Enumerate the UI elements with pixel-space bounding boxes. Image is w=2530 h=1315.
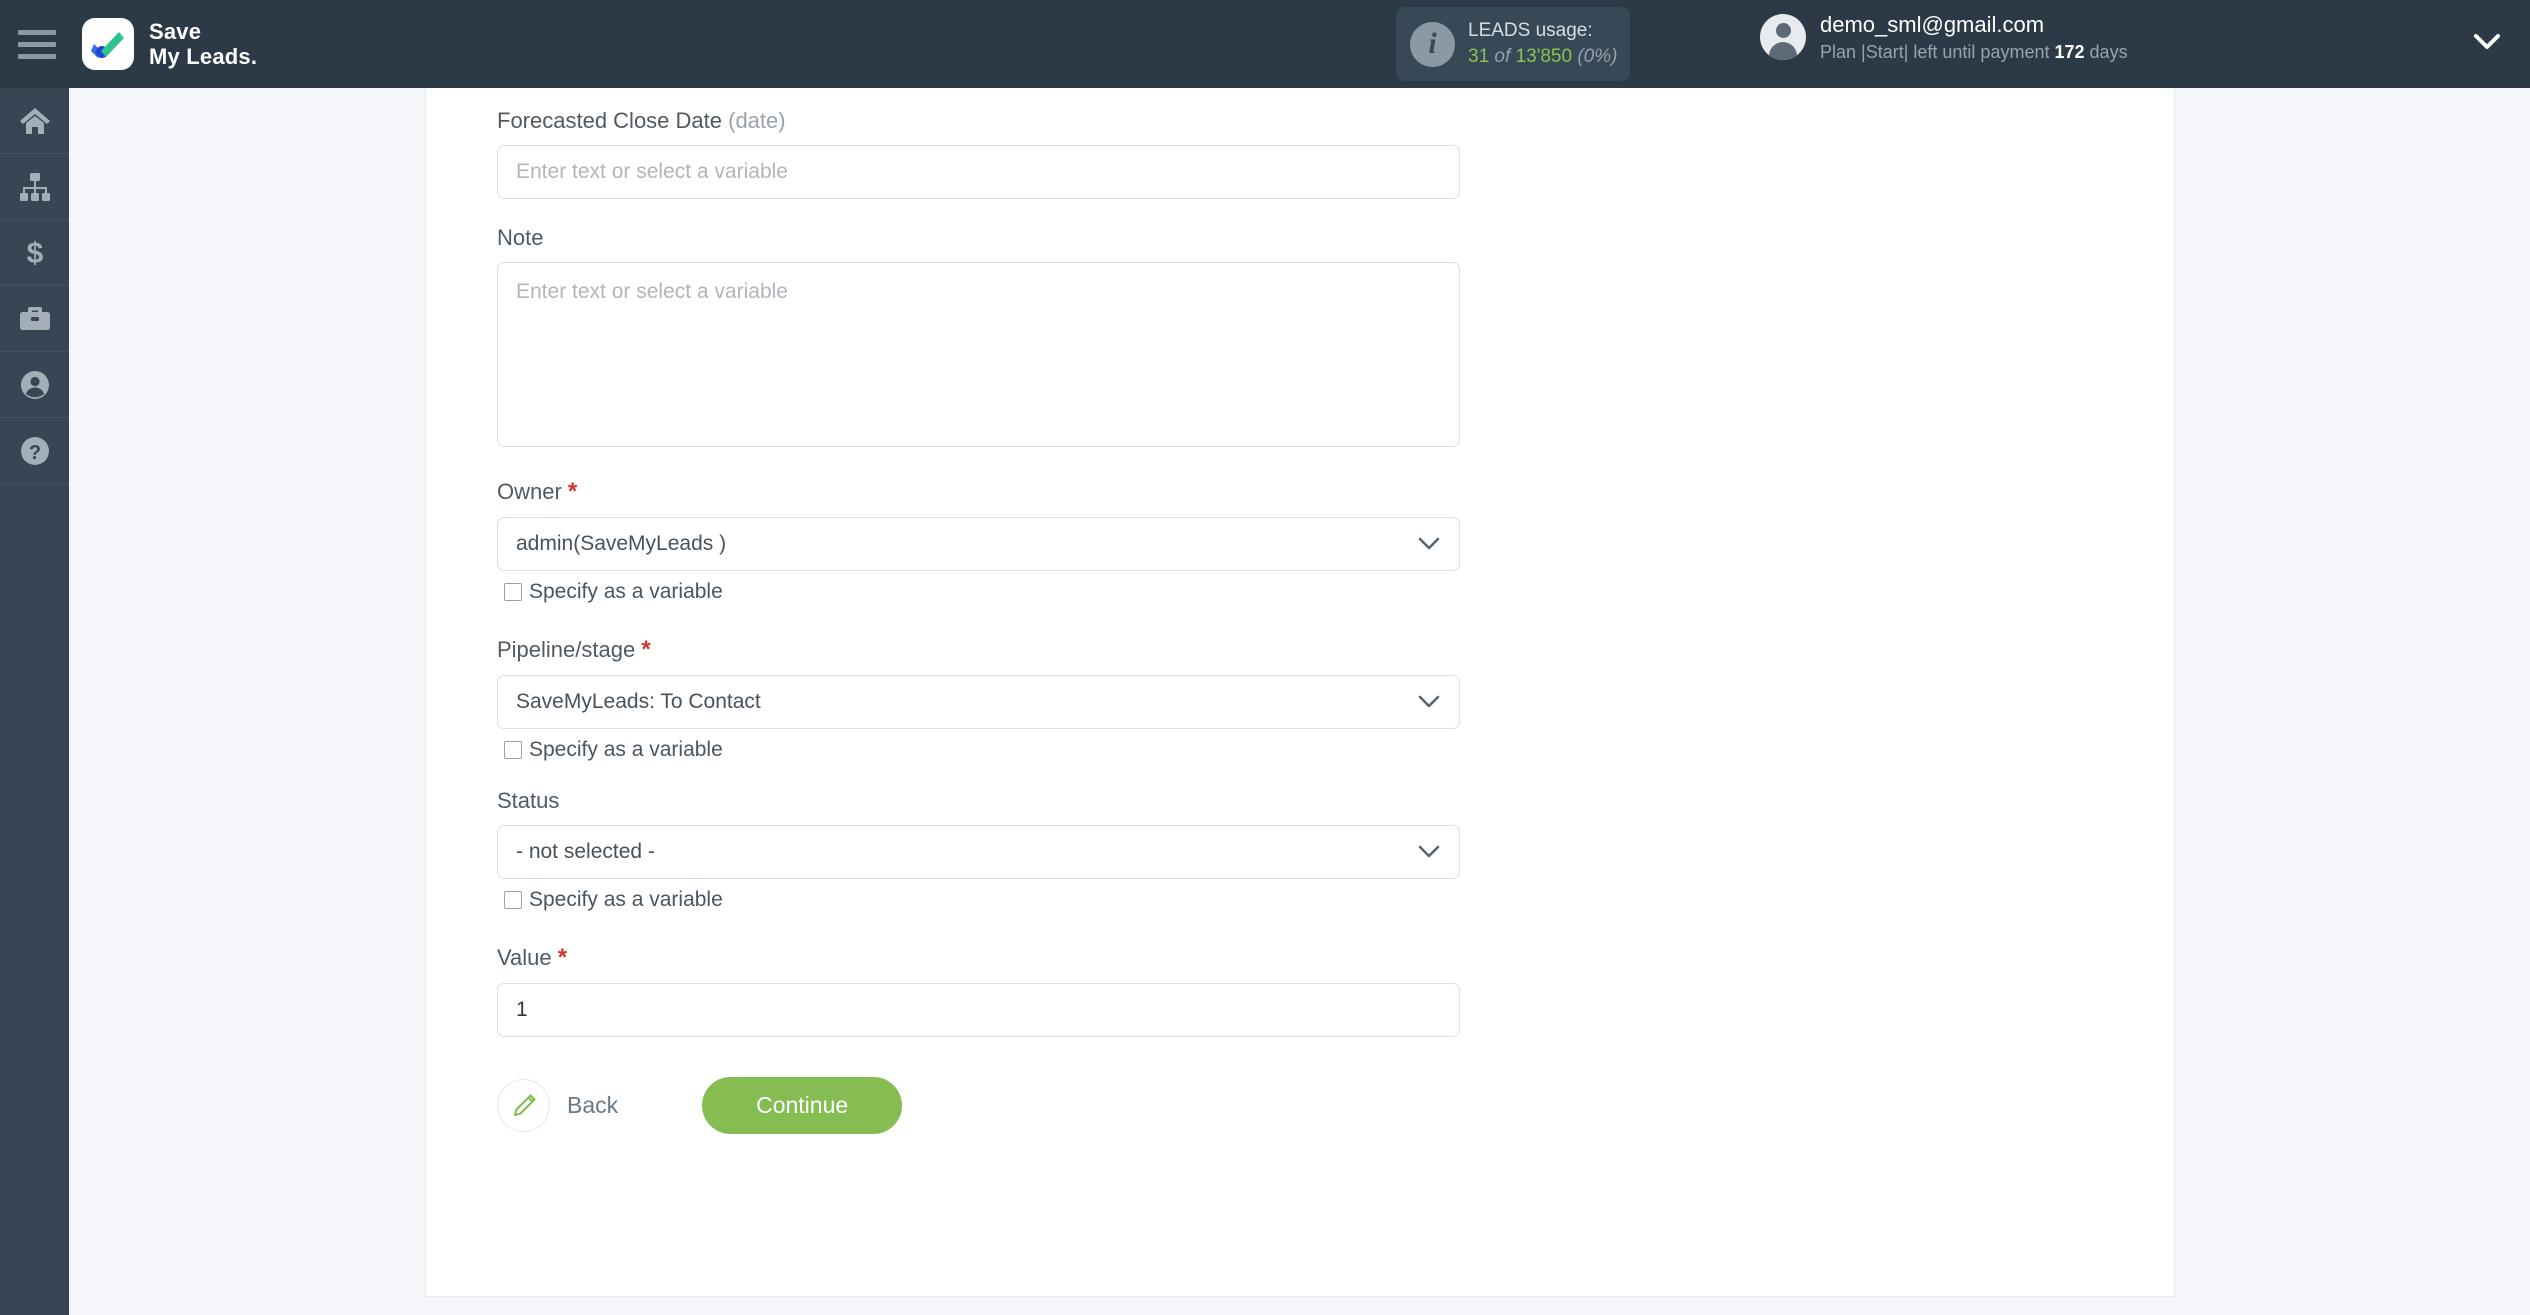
account-text-group: demo_sml@gmail.com Plan |Start| left unt…	[1820, 10, 2128, 64]
back-button[interactable]: Back	[497, 1079, 618, 1132]
note-textarea[interactable]	[497, 262, 1460, 447]
pipeline-stage-specify-variable-label: Specify as a variable	[529, 738, 723, 761]
owner-select[interactable]: admin(SaveMyLeads )	[497, 517, 1460, 571]
pipeline-stage-specify-variable-checkbox[interactable]	[504, 741, 522, 759]
brand-text: Save My Leads.	[149, 19, 257, 70]
lead-fields-form: Forecasted Close Date (date) Note Owner …	[426, 88, 2174, 1134]
field-owner: Owner * admin(SaveMyLeads ) Specify as a…	[497, 478, 2174, 604]
note-label: Note	[497, 225, 544, 250]
pencil-icon	[497, 1079, 550, 1132]
brand-line-2: My Leads.	[149, 44, 258, 69]
form-actions: Back Continue	[497, 1077, 2174, 1134]
sidebar-item-help[interactable]: ?	[0, 418, 69, 484]
field-value: Value *	[497, 944, 2174, 1037]
sidebar-item-profile[interactable]	[0, 352, 69, 418]
top-header-bar: Save My Leads. i LEADS usage: 31 of 13'8…	[0, 0, 2530, 88]
pipeline-stage-select[interactable]: SaveMyLeads: To Contact	[497, 675, 1460, 729]
sidebar-item-billing[interactable]: $	[0, 220, 69, 286]
owner-specify-variable-label: Specify as a variable	[529, 580, 723, 603]
usage-total: 13'850	[1515, 46, 1573, 67]
pipeline-stage-label: Pipeline/stage *	[497, 636, 2174, 664]
left-sidebar: $ ?	[0, 88, 69, 1315]
value-input[interactable]	[497, 983, 1460, 1037]
svg-text:$: $	[26, 237, 43, 269]
brand-logo-link[interactable]: Save My Leads.	[82, 18, 257, 70]
forecasted-close-date-label-text: Forecasted Close Date	[497, 108, 722, 133]
usage-of: of	[1494, 46, 1511, 67]
continue-button[interactable]: Continue	[702, 1077, 903, 1134]
sidebar-item-home[interactable]	[0, 88, 69, 154]
status-select[interactable]: - not selected -	[497, 825, 1460, 879]
value-required-marker: *	[557, 944, 568, 971]
main-content-area: Forecasted Close Date (date) Note Owner …	[69, 88, 2530, 1315]
forecasted-close-date-input[interactable]	[497, 145, 1460, 199]
status-specify-variable-row[interactable]: Specify as a variable	[497, 888, 2174, 912]
pipeline-stage-select-wrapper: SaveMyLeads: To Contact	[497, 675, 1460, 729]
account-email: demo_sml@gmail.com	[1820, 12, 2045, 37]
info-icon: i	[1410, 21, 1455, 67]
owner-specify-variable-row[interactable]: Specify as a variable	[497, 580, 2174, 604]
status-specify-variable-label: Specify as a variable	[529, 888, 723, 911]
home-icon	[19, 106, 51, 136]
briefcase-icon	[19, 305, 51, 333]
dollar-icon: $	[22, 237, 48, 269]
owner-required-marker: *	[567, 478, 578, 505]
status-specify-variable-checkbox[interactable]	[504, 891, 522, 909]
owner-specify-variable-checkbox[interactable]	[504, 583, 522, 601]
field-forecasted-close-date: Forecasted Close Date (date)	[497, 108, 2174, 199]
brand-line-1: Save	[149, 18, 202, 44]
svg-text:?: ?	[28, 442, 40, 464]
user-icon	[20, 370, 50, 400]
account-menu[interactable]: demo_sml@gmail.com Plan |Start| left unt…	[1760, 10, 2128, 64]
sidebar-item-services[interactable]	[0, 286, 69, 352]
pipeline-stage-required-marker: *	[641, 636, 651, 663]
usage-used: 31	[1468, 46, 1490, 67]
account-plan-prefix: Plan |Start| left until payment	[1820, 41, 2050, 62]
field-pipeline-stage: Pipeline/stage * SaveMyLeads: To Contact…	[497, 636, 2174, 762]
owner-label-text: Owner	[497, 479, 562, 504]
pipeline-stage-label-text: Pipeline/stage	[497, 637, 636, 662]
usage-numbers: 31 of 13'850 (0%)	[1468, 44, 1617, 70]
connections-icon	[19, 172, 51, 201]
usage-title: LEADS usage:	[1468, 20, 1593, 42]
owner-label: Owner *	[497, 478, 2174, 506]
field-note: Note	[497, 225, 2174, 452]
owner-select-wrapper: admin(SaveMyLeads )	[497, 517, 1460, 571]
usage-percent: (0%)	[1577, 46, 1618, 67]
usage-text-group: LEADS usage: 31 of 13'850 (0%)	[1468, 18, 1617, 69]
status-select-wrapper: - not selected -	[497, 825, 1460, 879]
help-icon: ?	[20, 436, 50, 466]
account-plan: Plan |Start| left until payment 172 days	[1820, 40, 2128, 64]
field-status: Status - not selected - Specify as a var…	[497, 788, 2174, 912]
account-plan-suffix: days	[2089, 41, 2128, 62]
leads-usage-badge[interactable]: i LEADS usage: 31 of 13'850 (0%)	[1396, 7, 1630, 81]
checkmark-logo-icon	[82, 18, 134, 70]
back-button-label: Back	[567, 1092, 619, 1118]
step-form-card: Forecasted Close Date (date) Note Owner …	[425, 88, 2175, 1297]
user-avatar-icon	[1760, 13, 1806, 60]
pipeline-stage-specify-variable-row[interactable]: Specify as a variable	[497, 738, 2174, 762]
value-label: Value *	[497, 944, 2174, 972]
value-label-text: Value	[497, 945, 552, 970]
forecasted-close-date-type-hint: (date)	[728, 108, 786, 133]
account-plan-days: 172	[2054, 41, 2085, 62]
forecasted-close-date-label: Forecasted Close Date (date)	[497, 108, 2174, 134]
chevron-down-icon[interactable]	[2474, 34, 2500, 50]
status-label: Status	[497, 788, 560, 813]
hamburger-icon[interactable]	[18, 26, 64, 62]
sidebar-item-connections[interactable]	[0, 154, 69, 220]
